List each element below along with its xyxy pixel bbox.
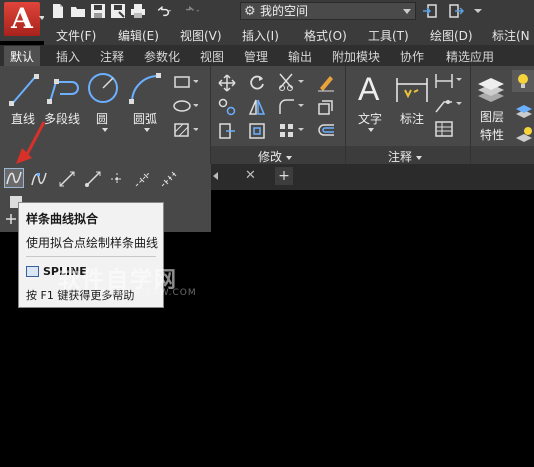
arc-icon[interactable] — [128, 70, 164, 108]
array-icon[interactable] — [278, 122, 304, 140]
text-label: 文字 — [358, 112, 383, 126]
tab-output[interactable]: 输出 — [288, 48, 312, 65]
explode-icon[interactable] — [316, 98, 336, 116]
layer-properties-icon[interactable] — [476, 74, 506, 104]
tab-collaborate[interactable]: 协作 — [400, 48, 424, 65]
mirror-icon[interactable] — [248, 98, 266, 116]
divide-icon[interactable] — [134, 170, 152, 188]
dimension-icon[interactable] — [394, 72, 430, 106]
ray-icon[interactable] — [84, 170, 102, 188]
chevron-down-icon[interactable] — [368, 128, 374, 132]
leader-icon[interactable] — [434, 96, 462, 114]
line-icon[interactable] — [8, 72, 40, 108]
menu-view[interactable]: 视图(V) — [180, 27, 222, 44]
lightbulb-icon[interactable] — [512, 70, 534, 92]
polyline-icon[interactable] — [46, 72, 82, 108]
layers-panel-title-bar[interactable] — [471, 146, 534, 164]
move-icon[interactable] — [218, 74, 236, 92]
chevron-down-icon[interactable] — [144, 128, 150, 132]
tooltip-divider — [26, 256, 156, 257]
share-icon[interactable] — [422, 3, 438, 19]
annotation-arrow-icon — [14, 120, 50, 173]
rotate-icon[interactable] — [248, 74, 266, 92]
stretch-icon[interactable] — [218, 122, 236, 140]
new-icon[interactable] — [50, 3, 66, 19]
hatch-icon[interactable] — [172, 122, 198, 138]
offset-icon[interactable] — [316, 122, 336, 140]
tab-insert[interactable]: 插入 — [56, 48, 80, 65]
annotation-panel-title[interactable]: 注释 — [388, 148, 423, 165]
save-icon[interactable] — [90, 3, 106, 19]
tab-default[interactable]: 默认 — [4, 46, 41, 67]
menu-bar: 文件(F) 编辑(E) 视图(V) 插入(I) 格式(O) 工具(T) 绘图(D… — [44, 24, 534, 45]
chevron-down-icon — [403, 9, 411, 14]
layer-label-2: 特性 — [480, 128, 505, 142]
table-icon[interactable] — [434, 120, 454, 138]
open-icon[interactable] — [70, 3, 86, 19]
tab-parametric[interactable]: 参数化 — [144, 48, 180, 65]
menu-file[interactable]: 文件(F) — [56, 27, 96, 44]
circle-label: 圆 — [96, 112, 109, 126]
drawing-tab-bar: ✕ + — [211, 164, 534, 190]
layer-freeze-icon[interactable] — [514, 126, 534, 144]
save-as-icon[interactable] — [110, 3, 126, 19]
tooltip-description: 使用拟合点绘制样条曲线 — [26, 236, 159, 250]
close-icon[interactable]: ✕ — [245, 168, 256, 183]
tooltip-title: 样条曲线拟合 — [26, 212, 99, 226]
undo-icon[interactable] — [156, 3, 178, 19]
measure-icon[interactable] — [160, 170, 178, 188]
redo-icon[interactable] — [184, 3, 206, 19]
arc-label: 圆弧 — [133, 112, 158, 126]
chevron-down-icon[interactable] — [470, 3, 486, 19]
menu-insert[interactable]: 插入(I) — [242, 27, 279, 44]
svg-text:A: A — [358, 71, 380, 106]
ribbon-tab-bar: 默认 插入 注释 参数化 视图 管理 输出 附加模块 协作 精选应用 — [0, 45, 534, 67]
gear-icon: ⚙ — [244, 4, 256, 19]
menu-tools[interactable]: 工具(T) — [368, 27, 409, 44]
trim-icon[interactable] — [278, 72, 304, 92]
circle-icon[interactable] — [86, 70, 120, 108]
tab-view[interactable]: 视图 — [200, 48, 224, 65]
new-drawing-tab-button[interactable]: + — [275, 167, 293, 185]
command-icon — [26, 266, 39, 277]
layer-isolate-icon[interactable] — [514, 102, 534, 120]
menu-draw[interactable]: 绘图(D) — [430, 27, 473, 44]
copy-icon[interactable] — [218, 98, 236, 116]
chevron-left-icon[interactable] — [213, 172, 218, 180]
chevron-down-icon[interactable] — [102, 128, 108, 132]
tab-annotate[interactable]: 注释 — [100, 48, 124, 65]
dimension-label: 标注 — [400, 112, 425, 126]
workspace-switcher[interactable]: ⚙ 我的空间 — [240, 2, 416, 20]
layer-label: 图层 — [480, 110, 505, 124]
multiple-points-icon[interactable] — [108, 170, 126, 188]
print-icon[interactable] — [130, 3, 146, 19]
rectangle-icon[interactable] — [172, 74, 198, 90]
modify-panel-title[interactable]: 修改 — [258, 148, 293, 165]
ellipse-icon[interactable] — [172, 98, 198, 114]
text-icon[interactable]: A — [356, 70, 386, 106]
chevron-down-icon — [416, 155, 423, 160]
tab-featured-apps[interactable]: 精选应用 — [446, 48, 494, 65]
linear-dim-icon[interactable] — [434, 72, 462, 90]
menu-dimension[interactable]: 标注(N — [492, 27, 530, 44]
wipeout-icon[interactable] — [4, 212, 18, 226]
drawing-canvas[interactable] — [211, 190, 534, 467]
autocad-logo-icon: A — [4, 2, 40, 36]
tab-addins[interactable]: 附加模块 — [332, 48, 380, 65]
construction-line-icon[interactable] — [58, 170, 76, 188]
application-menu-button[interactable]: A — [0, 0, 45, 41]
menu-edit[interactable]: 编辑(E) — [118, 27, 159, 44]
chevron-down-icon — [286, 155, 293, 160]
ribbon-panel: 直线 多段线 圆 圆弧 A 文字 标注 图层 特性 修改 注释 — [0, 66, 534, 164]
menu-format[interactable]: 格式(O) — [304, 27, 347, 44]
erase-icon[interactable] — [316, 72, 336, 92]
scale-icon[interactable] — [248, 122, 266, 140]
export-icon[interactable] — [448, 3, 464, 19]
watermark-url: WWW.RJZXW.COM — [102, 288, 197, 298]
tab-manage[interactable]: 管理 — [244, 48, 268, 65]
quick-access-toolbar: ⚙ 我的空间 — [44, 0, 534, 24]
fillet-icon[interactable] — [278, 98, 304, 116]
